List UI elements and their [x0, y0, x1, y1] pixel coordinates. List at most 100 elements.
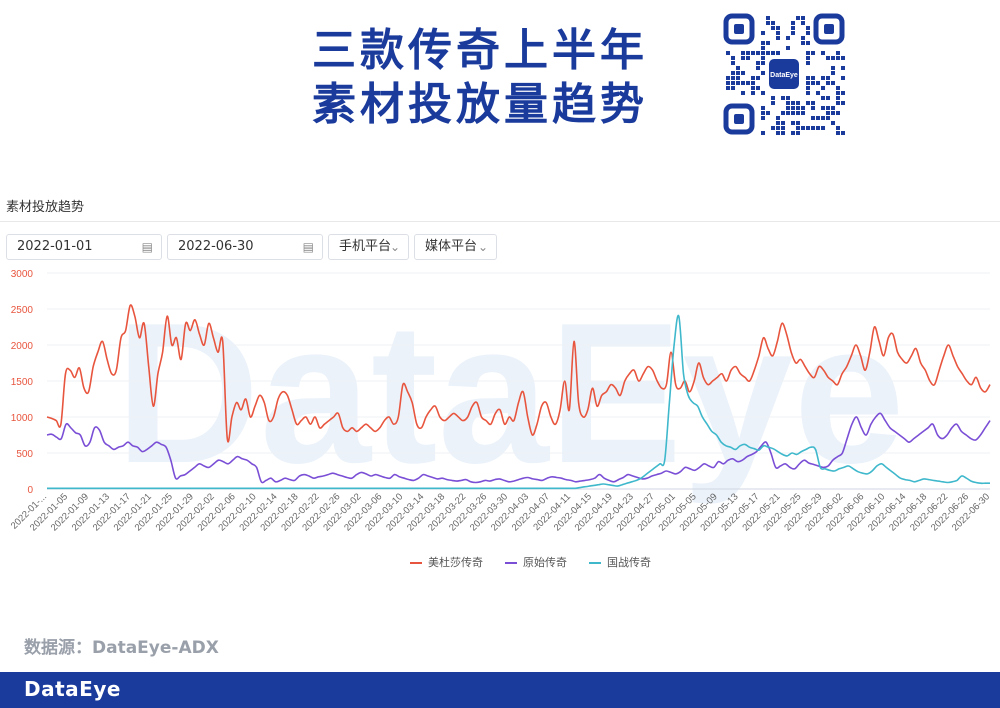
- qr-module: [836, 111, 840, 115]
- qr-module: [731, 56, 735, 60]
- qr-module: [836, 126, 840, 130]
- qr-module: [781, 121, 785, 125]
- qr-module: [816, 116, 820, 120]
- qr-module: [806, 26, 810, 30]
- qr-module: [811, 81, 815, 85]
- qr-module: [806, 81, 810, 85]
- legend-item[interactable]: 原始传奇: [505, 554, 567, 570]
- media-select-value: 媒体平台: [425, 239, 478, 254]
- qr-module: [801, 41, 805, 45]
- qr-module: [831, 56, 835, 60]
- qr-module: [776, 121, 780, 125]
- qr-module: [776, 131, 780, 135]
- qr-module: [801, 16, 805, 20]
- qr-module: [791, 121, 795, 125]
- qr-module: [796, 101, 800, 105]
- qr-module: [841, 91, 845, 95]
- qr-module: [796, 121, 800, 125]
- qr-module: [761, 71, 765, 75]
- qr-module: [831, 111, 835, 115]
- qr-module: [761, 41, 765, 45]
- qr-module: [776, 51, 780, 55]
- qr-module: [746, 81, 750, 85]
- qr-module: [801, 126, 805, 130]
- qr-module: [791, 131, 795, 135]
- y-tick-label: 2000: [11, 341, 34, 352]
- qr-module: [791, 31, 795, 35]
- qr-module: [826, 81, 830, 85]
- qr-module: [816, 81, 820, 85]
- qr-module: [806, 86, 810, 90]
- qr-module: [821, 86, 825, 90]
- end-date-value: 2022-06-30: [178, 239, 254, 254]
- qr-module: [761, 106, 765, 110]
- qr-module: [821, 76, 825, 80]
- qr-module: [731, 81, 735, 85]
- qr-module: [811, 126, 815, 130]
- qr-module: [766, 41, 770, 45]
- qr-module: [786, 111, 790, 115]
- qr-module: [726, 81, 730, 85]
- qr-module: [771, 126, 775, 130]
- legend-item[interactable]: 国战传奇: [589, 554, 651, 570]
- qr-module: [751, 86, 755, 90]
- qr-module: [761, 111, 765, 115]
- qr-module: [821, 96, 825, 100]
- footer-logo: DataEye: [24, 677, 121, 701]
- qr-module: [761, 131, 765, 135]
- qr-module: [766, 21, 770, 25]
- qr-module: [761, 61, 765, 65]
- qr-module: [826, 111, 830, 115]
- qr-module: [801, 106, 805, 110]
- legend-swatch: [410, 562, 422, 564]
- qr-module: [766, 51, 770, 55]
- qr-module: [841, 76, 845, 80]
- qr-module: [806, 61, 810, 65]
- y-tick-label: 500: [16, 449, 33, 460]
- qr-module: [756, 66, 760, 70]
- qr-module: [841, 131, 845, 135]
- qr-module: [741, 71, 745, 75]
- panel-title: 素材投放趋势: [6, 200, 85, 215]
- qr-module: [801, 111, 805, 115]
- qr-module: [731, 86, 735, 90]
- legend-item[interactable]: 美杜莎传奇: [410, 554, 483, 570]
- qr-module: [751, 76, 755, 80]
- qr-module: [736, 76, 740, 80]
- qr-module: [836, 91, 840, 95]
- qr-module: [756, 86, 760, 90]
- media-select[interactable]: 媒体平台 ⌄: [414, 234, 497, 260]
- legend-swatch: [505, 562, 517, 564]
- legend-label: 国战传奇: [607, 556, 651, 569]
- qr-module: [816, 126, 820, 130]
- qr-module: [826, 96, 830, 100]
- qr-module: [801, 21, 805, 25]
- qr-module: [811, 51, 815, 55]
- qr-module: [796, 131, 800, 135]
- start-date-picker[interactable]: 2022-01-01 ▤: [6, 234, 162, 260]
- qr-module: [776, 126, 780, 130]
- chevron-down-icon: ⌄: [389, 240, 400, 254]
- qr-module: [806, 56, 810, 60]
- qr-module: [761, 51, 765, 55]
- qr-module: [806, 51, 810, 55]
- qr-code-icon: DataEye: [722, 12, 846, 136]
- qr-module: [791, 111, 795, 115]
- qr-module: [756, 51, 760, 55]
- divider: [0, 221, 1000, 222]
- end-date-picker[interactable]: 2022-06-30 ▤: [167, 234, 323, 260]
- qr-module: [811, 116, 815, 120]
- platform-select[interactable]: 手机平台 ⌄: [328, 234, 409, 260]
- trend-chart: DataEye 050010001500200025003000 2022-01…: [9, 269, 992, 533]
- qr-module: [836, 101, 840, 105]
- qr-module: [781, 111, 785, 115]
- qr-module: [756, 76, 760, 80]
- chevron-down-icon: ⌄: [477, 240, 488, 254]
- qr-module: [726, 76, 730, 80]
- qr-module: [826, 106, 830, 110]
- qr-module: [771, 21, 775, 25]
- qr-module: [841, 66, 845, 70]
- qr-module: [771, 51, 775, 55]
- qr-module: [796, 126, 800, 130]
- qr-module: [776, 31, 780, 35]
